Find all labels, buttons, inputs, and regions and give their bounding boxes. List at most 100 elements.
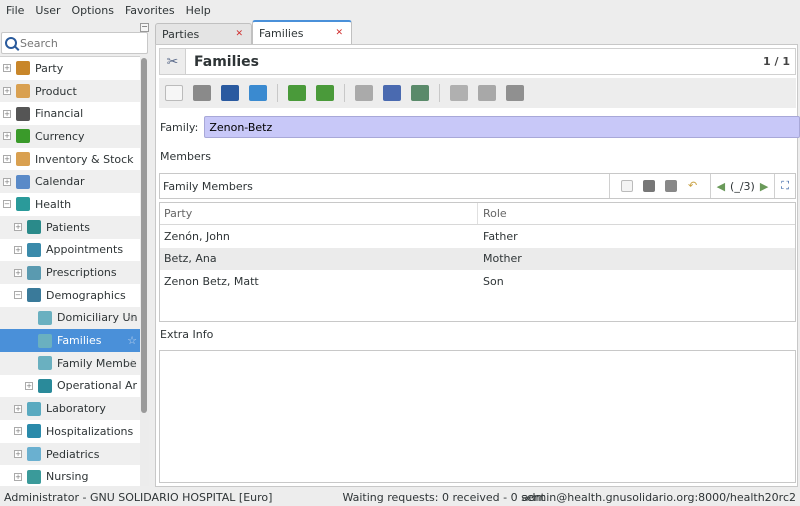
scrollbar-thumb[interactable] (141, 58, 147, 413)
tree-item-domiciliary-un[interactable]: Domiciliary Un ☆ (0, 306, 140, 330)
status-user: Administrator - GNU SOLIDARIO HOSPITAL [… (4, 490, 273, 504)
tree-item-label: Families (57, 334, 102, 348)
column-header-role[interactable]: Role (478, 207, 507, 220)
close-tab-icon[interactable]: ✕ (335, 28, 343, 38)
tree-item-nursing[interactable]: + Nursing (0, 465, 140, 486)
expand-icon[interactable]: + (14, 450, 22, 459)
table-row[interactable]: Zenón, John Father (160, 225, 795, 248)
next-record-icon[interactable]: ▶ (760, 180, 768, 193)
tree-item-family-membe[interactable]: Family Membe ☆ (0, 351, 140, 375)
new-icon[interactable] (165, 85, 183, 101)
tree-item-health[interactable]: − Health (0, 193, 140, 216)
tree-item-currency[interactable]: + Currency (0, 125, 140, 148)
delete-icon[interactable] (664, 180, 677, 192)
tab-label: Families (259, 26, 304, 40)
expand-icon[interactable]: + (3, 155, 11, 164)
switch-view-icon[interactable]: ⛶ (781, 179, 789, 193)
document-icon (38, 333, 52, 348)
cell-role: Father (483, 229, 518, 243)
expand-icon[interactable]: + (14, 223, 22, 232)
tree-item-calendar[interactable]: + Calendar (0, 170, 140, 194)
expand-icon[interactable]: + (14, 245, 22, 254)
close-tab-icon[interactable]: ✕ (235, 29, 243, 39)
table-row[interactable]: Betz, Ana Mother (160, 247, 795, 270)
favorite-star-icon[interactable]: ☆ (127, 334, 137, 347)
relate-icon[interactable] (411, 85, 429, 101)
sidebar: − + Party + Product + Financial + Currency + Inve… (0, 20, 150, 487)
menu-favorites[interactable]: Favorites (125, 4, 175, 17)
expand-icon[interactable]: + (14, 427, 22, 436)
favorite-star-icon[interactable]: ☆ (127, 311, 137, 324)
new-record-icon[interactable] (620, 180, 633, 192)
search-input[interactable] (20, 36, 140, 50)
search-box[interactable] (1, 32, 148, 54)
reload-icon[interactable] (249, 85, 267, 101)
tab-parties[interactable]: Parties ✕ (155, 23, 252, 44)
tree-item-label: Calendar (35, 175, 85, 189)
favorite-star-icon[interactable]: ☆ (127, 357, 137, 370)
tree-item-patients[interactable]: + Patients (0, 215, 140, 239)
collapse-icon[interactable]: − (3, 200, 11, 209)
menu-options[interactable]: Options (72, 4, 114, 17)
expand-icon[interactable]: + (14, 404, 22, 413)
email-icon[interactable] (478, 85, 496, 101)
attachment-icon[interactable] (355, 85, 373, 101)
tree-item-label: Family Membe (57, 356, 137, 370)
tree-item-pediatrics[interactable]: + Pediatrics (0, 442, 140, 466)
status-bar: Administrator - GNU SOLIDARIO HOSPITAL [… (0, 488, 800, 506)
tree-item-families[interactable]: Families ☆ (0, 329, 140, 352)
switch-view-icon[interactable] (221, 85, 239, 101)
report-icon[interactable] (450, 85, 468, 101)
expand-icon[interactable]: + (3, 87, 11, 96)
tab-families[interactable]: Families ✕ (252, 20, 352, 44)
bottle-icon (27, 447, 41, 462)
globe-icon (27, 288, 41, 303)
tree-item-operational-ar[interactable]: + Operational Ar (0, 375, 140, 398)
tree-item-product[interactable]: + Product (0, 79, 140, 103)
record-counter: (_/3) (730, 179, 755, 193)
expand-icon[interactable]: + (14, 268, 22, 277)
tree-item-label: Operational Ar (57, 379, 138, 393)
print-icon[interactable] (506, 85, 524, 101)
column-header-party[interactable]: Party (160, 203, 478, 224)
open-icon[interactable] (642, 180, 655, 192)
tree-item-label: Product (35, 84, 77, 98)
previous-icon[interactable] (288, 85, 306, 101)
next-icon[interactable] (316, 85, 334, 101)
tree-item-hospitalizations[interactable]: + Hospitalizations (0, 420, 140, 443)
wrench-icon[interactable]: ✂ (160, 49, 186, 74)
collapse-icon[interactable]: − (14, 291, 22, 300)
expand-icon[interactable]: + (3, 64, 11, 73)
save-icon[interactable] (193, 85, 211, 101)
extra-info-textarea[interactable] (159, 350, 796, 483)
menu-file[interactable]: File (6, 4, 24, 17)
tree-item-laboratory[interactable]: + Laboratory (0, 397, 140, 420)
previous-record-icon[interactable]: ◀ (717, 180, 725, 193)
expand-icon[interactable]: + (3, 132, 11, 141)
table-header: Party Role (160, 203, 795, 225)
action-icon[interactable] (383, 85, 401, 101)
expand-icon[interactable]: + (14, 472, 22, 481)
document-icon (38, 310, 52, 325)
tree-item-party[interactable]: + Party (0, 57, 140, 80)
family-members-header: Family Members ↶ ◀ (_/3) ▶ ⛶ (159, 173, 796, 199)
tree-item-financial[interactable]: + Financial (0, 102, 140, 125)
expand-icon[interactable]: + (25, 381, 33, 390)
tree-scrollbar[interactable] (140, 56, 149, 486)
family-input[interactable] (204, 116, 800, 138)
collapse-sidebar-button[interactable]: − (140, 23, 149, 32)
tree-item-inventory-stock[interactable]: + Inventory & Stock (0, 148, 140, 171)
tree-item-appointments[interactable]: + Appointments (0, 239, 140, 262)
calculator-icon (16, 106, 30, 121)
tree-item-prescriptions[interactable]: + Prescriptions (0, 261, 140, 284)
menu-user[interactable]: User (35, 4, 60, 17)
tree-item-label: Financial (35, 107, 84, 121)
menu-help[interactable]: Help (186, 4, 211, 17)
expand-icon[interactable]: + (3, 109, 11, 118)
tree-item-demographics[interactable]: − Demographics (0, 284, 140, 307)
expand-icon[interactable]: + (3, 177, 11, 186)
undo-icon[interactable]: ↶ (687, 180, 699, 192)
table-row[interactable]: Zenon Betz, Matt Son (160, 270, 795, 293)
status-server: admin@health.gnusolidario.org:8000/healt… (521, 490, 796, 504)
page-title: Families (194, 53, 260, 70)
